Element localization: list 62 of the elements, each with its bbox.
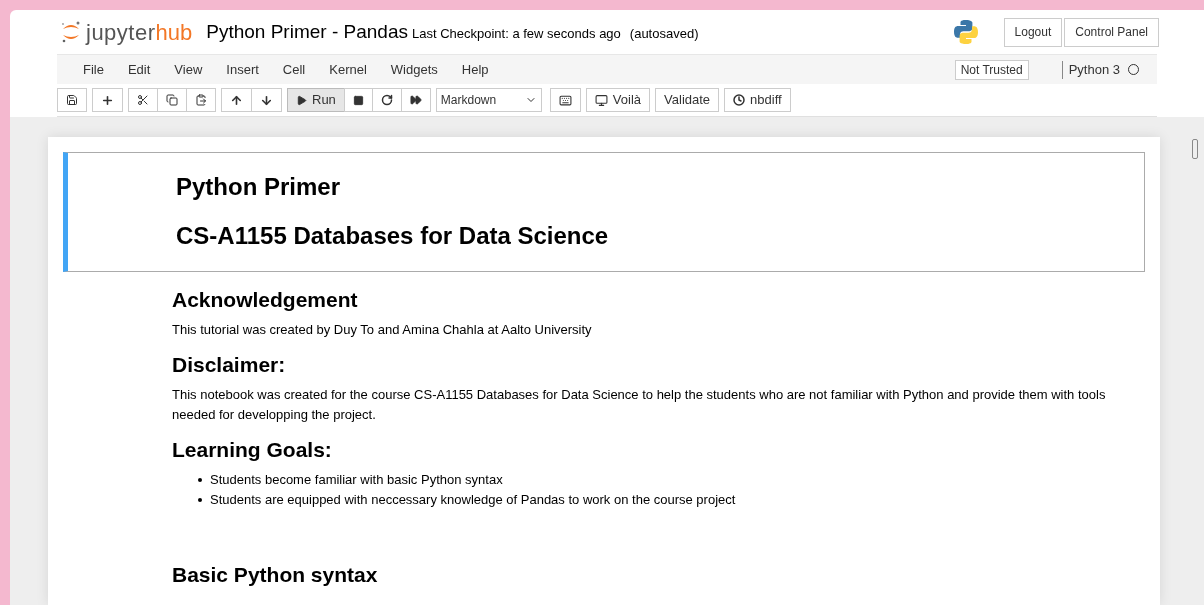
logout-button[interactable]: Logout	[1003, 17, 1063, 47]
restart-button[interactable]	[371, 88, 402, 112]
section-heading: Basic Python syntax	[172, 562, 379, 588]
fast-forward-icon	[409, 94, 422, 106]
monitor-icon	[594, 93, 608, 107]
keyboard-icon	[558, 93, 572, 107]
paragraph: This notebook was created for the course CS-A1155 Databases for Data Science to help the students who are not familiar with Python and provide them with tools needed for developping the project.	[172, 385, 1107, 424]
paragraph: This tutorial was created by Duy To and Amina Chahla at Aalto University	[172, 320, 593, 339]
notebook-title[interactable]: Python Primer - Pandas	[206, 17, 408, 47]
move-up-button[interactable]	[221, 88, 252, 112]
logo-icon	[60, 20, 82, 44]
run-all-button[interactable]	[400, 88, 431, 112]
notebook-heading: CS-A1155 Databases for Data Science	[176, 220, 610, 251]
cut-button[interactable]	[128, 88, 158, 112]
bullet-icon	[198, 478, 202, 483]
voila-button[interactable]: Voilà	[585, 88, 651, 112]
menu-item[interactable]: View	[162, 59, 215, 80]
bullet-icon	[198, 498, 202, 503]
list-item: Students are equipped with neccessary knowledge of Pandas to work on the course project	[210, 491, 736, 510]
plus-icon	[101, 93, 114, 107]
move-down-button[interactable]	[251, 88, 282, 112]
selected-cell[interactable]: Python Primer CS-A1155 Databases for Data Science	[63, 152, 1145, 272]
menu-item[interactable]: Help	[449, 59, 501, 80]
copy-icon	[166, 94, 178, 106]
python-logo-icon	[951, 18, 980, 46]
stop-button[interactable]	[343, 88, 373, 112]
restart-icon	[380, 94, 393, 106]
paste-icon	[195, 94, 207, 106]
list-item: Students become familiar with basic Python syntax	[210, 471, 503, 490]
up-arrow-icon	[230, 93, 243, 107]
autosave-status: (autosaved)	[629, 24, 699, 43]
save-icon	[66, 94, 78, 106]
stop-icon	[352, 94, 364, 106]
jupyterhub-logo[interactable]: jupyterhub	[60, 15, 193, 49]
paste-button[interactable]	[186, 88, 216, 112]
markdown-cell[interactable]: Basic Python syntax	[63, 547, 1145, 599]
clock-icon	[733, 94, 746, 106]
menu-item[interactable]: Cell	[270, 59, 318, 80]
nbdiff-button[interactable]: nbdiff	[724, 88, 791, 112]
notebook-heading: Python Primer	[176, 172, 342, 202]
keyboard-button[interactable]	[549, 88, 581, 112]
section-heading: Acknowledgement	[172, 286, 359, 312]
checkpoint-status: Last Checkpoint: a few seconds ago	[411, 24, 621, 43]
scissors-icon	[137, 94, 149, 106]
play-icon	[296, 94, 307, 106]
menu-item[interactable]: File	[71, 59, 116, 80]
trust-indicator[interactable]: Not Trusted	[954, 59, 1029, 80]
down-arrow-icon	[260, 93, 273, 107]
section-heading: Disclaimer:	[172, 351, 287, 377]
menu-item[interactable]: Kernel	[317, 59, 379, 80]
scrollbar	[1192, 139, 1198, 159]
menu-item[interactable]: Insert	[214, 59, 271, 80]
save-icon-button[interactable]	[57, 88, 87, 112]
menu-item[interactable]: Widgets	[378, 59, 450, 80]
run-button[interactable]: Run	[287, 88, 345, 112]
validate-button[interactable]: Validate	[655, 88, 720, 112]
cell-type-select[interactable]: Markdown	[435, 88, 542, 112]
menu-item[interactable]: Edit	[115, 59, 163, 80]
add-cell-button[interactable]	[92, 88, 123, 112]
section-heading: Learning Goals:	[172, 436, 333, 463]
control-panel-button[interactable]: Control Panel	[1064, 17, 1159, 47]
kernel-name: Python 3	[1068, 60, 1120, 79]
